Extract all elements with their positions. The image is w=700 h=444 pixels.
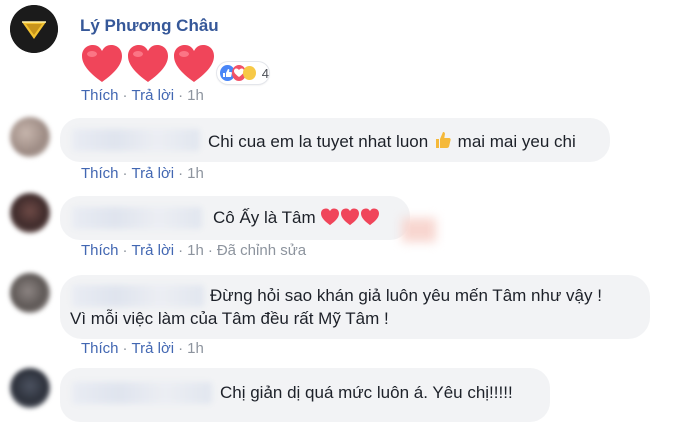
timestamp[interactable]: 1h xyxy=(187,242,204,259)
like-link[interactable]: Thích xyxy=(81,165,119,182)
post-actions: Thích · Trả lời · 1h xyxy=(81,87,204,104)
blurred-sticker xyxy=(402,218,436,242)
comment-actions: Thích · Trả lời · 1h · Đã chỉnh sửa xyxy=(81,242,307,259)
timestamp[interactable]: 1h xyxy=(187,340,204,357)
reaction-summary[interactable]: 4 xyxy=(217,62,269,84)
reply-link[interactable]: Trả lời xyxy=(132,242,175,259)
reaction-count: 4 xyxy=(261,65,270,81)
reply-link[interactable]: Trả lời xyxy=(132,165,175,182)
comment-bubble: Đừng hỏi sao khán giả luôn yêu mến Tâm n… xyxy=(60,275,650,339)
comment-text: Chị giản dị quá mức luôn á. Yêu chị!!!!! xyxy=(220,383,513,402)
heart-icon xyxy=(128,45,168,82)
like-link[interactable]: Thích xyxy=(81,87,119,104)
heart-emoji-icon xyxy=(361,208,380,226)
commenter-name-blurred[interactable] xyxy=(72,285,204,307)
commenter-avatar[interactable] xyxy=(10,368,50,408)
reply-link[interactable]: Trả lời xyxy=(132,87,175,104)
comment-text: Chi cua em la tuyet nhat luon mai mai ye… xyxy=(208,132,576,151)
comment-text-line-2: Vì mỗi việc làm của Tâm đều rất Mỹ Tâm ! xyxy=(70,309,389,328)
author-name[interactable]: Lý Phương Châu xyxy=(80,16,219,36)
comment-text-line-1: Đừng hỏi sao khán giả luôn yêu mến Tâm n… xyxy=(210,286,602,305)
author-avatar[interactable] xyxy=(10,5,58,53)
comment-actions: Thích · Trả lời · 1h xyxy=(81,165,204,182)
reply-link[interactable]: Trả lời xyxy=(132,340,175,357)
commenter-avatar[interactable] xyxy=(10,117,50,157)
like-link[interactable]: Thích xyxy=(81,340,119,357)
like-link[interactable]: Thích xyxy=(81,242,119,259)
heart-emoji-icon xyxy=(321,208,340,226)
edited-label[interactable]: Đã chỉnh sửa xyxy=(217,242,306,259)
heart-icon xyxy=(82,45,122,82)
commenter-name-blurred[interactable] xyxy=(72,207,202,229)
commenter-avatar[interactable] xyxy=(10,273,50,313)
heart-emoji-icon xyxy=(341,208,360,226)
heart-icon xyxy=(174,45,214,82)
timestamp[interactable]: 1h xyxy=(187,87,204,104)
comment-bubble: Chị giản dị quá mức luôn á. Yêu chị!!!!! xyxy=(60,368,550,422)
comment-actions: Thích · Trả lời · 1h xyxy=(81,340,204,357)
comment-text: Cô Ấy là Tâm xyxy=(213,208,380,228)
heart-emoji-row xyxy=(80,44,216,84)
timestamp[interactable]: 1h xyxy=(187,165,204,182)
comment-bubble: Cô Ấy là Tâm xyxy=(60,196,410,240)
commenter-name-blurred[interactable] xyxy=(72,129,200,151)
comment-bubble: Chi cua em la tuyet nhat luon mai mai ye… xyxy=(60,118,610,162)
haha-icon xyxy=(243,66,256,80)
thumbs-up-emoji-icon xyxy=(435,132,451,148)
commenter-avatar[interactable] xyxy=(10,193,50,233)
commenter-name-blurred[interactable] xyxy=(72,382,212,404)
